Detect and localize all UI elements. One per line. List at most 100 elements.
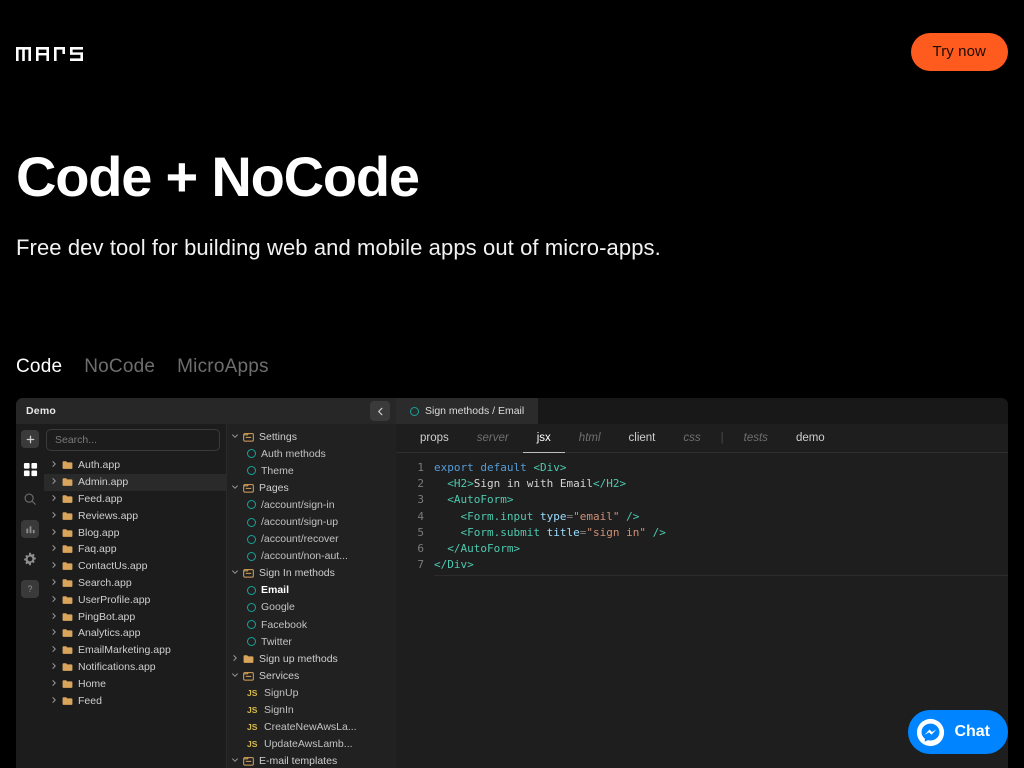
subtab-jsx[interactable]: jsx — [522, 424, 565, 453]
app-list-item[interactable]: UserProfile.app — [44, 591, 226, 608]
chevron-right-icon[interactable] — [50, 645, 57, 655]
folder-icon — [62, 461, 73, 470]
chevron-right-icon[interactable] — [50, 628, 57, 638]
folder-icon — [62, 545, 73, 554]
subtab-tests[interactable]: tests — [730, 424, 782, 453]
app-list-item[interactable]: Feed.app — [44, 491, 226, 508]
app-list-item[interactable]: Search.app — [44, 575, 226, 592]
code-line: 3 <AutoForm> — [396, 492, 1008, 508]
subtab-client[interactable]: client — [615, 424, 670, 453]
app-list-item[interactable]: PingBot.app — [44, 608, 226, 625]
help-icon[interactable]: ? — [21, 580, 39, 598]
folder-icon — [62, 494, 73, 504]
app-list-item[interactable]: Auth.app — [44, 457, 226, 474]
tab-nocode[interactable]: NoCode — [84, 356, 155, 378]
chevron-right-icon[interactable] — [50, 696, 57, 706]
chevron-right-icon[interactable] — [231, 654, 238, 664]
app-list-item[interactable]: Analytics.app — [44, 625, 226, 642]
chevron-right-icon[interactable] — [50, 511, 57, 521]
chevron-right-icon[interactable] — [50, 595, 57, 605]
code-separator — [434, 575, 1008, 577]
app-list-item[interactable]: Reviews.app — [44, 507, 226, 524]
tree-row[interactable]: Twitter — [227, 633, 396, 650]
tab-microapps[interactable]: MicroApps — [177, 356, 269, 378]
line-number: 4 — [417, 509, 424, 523]
tree-row[interactable]: /account/sign-up — [227, 513, 396, 530]
app-list-item[interactable]: Feed — [44, 692, 226, 709]
tree-row[interactable]: Settings — [227, 428, 396, 445]
tree-row[interactable]: JS SignUp — [227, 684, 396, 701]
chart-icon[interactable] — [21, 520, 39, 538]
subtab-server[interactable]: server — [463, 424, 523, 453]
chevron-down-icon[interactable] — [231, 671, 238, 681]
app-list-item[interactable]: ContactUs.app — [44, 558, 226, 575]
chevron-right-icon[interactable] — [50, 612, 57, 622]
line-number: 1 — [417, 460, 424, 474]
subtab-html[interactable]: html — [565, 424, 615, 453]
app-list-item[interactable]: Home — [44, 675, 226, 692]
circle-icon — [247, 551, 256, 561]
tree-row[interactable]: /account/non-aut... — [227, 548, 396, 565]
app-list-item[interactable]: Blog.app — [44, 524, 226, 541]
chevron-down-icon[interactable] — [231, 432, 238, 442]
tree-row[interactable]: Facebook — [227, 616, 396, 633]
tree-row[interactable]: Email — [227, 582, 396, 599]
messenger-chat-button[interactable]: Chat — [908, 710, 1008, 754]
tree-row[interactable]: Auth methods — [227, 445, 396, 462]
app-list-item[interactable]: Admin.app — [44, 473, 226, 491]
tree-row[interactable]: Google — [227, 599, 396, 616]
chevron-right-icon[interactable] — [50, 494, 57, 504]
tree-row-label: Pages — [259, 481, 289, 494]
chevron-down-icon[interactable] — [231, 568, 238, 578]
chevron-right-icon[interactable] — [50, 561, 57, 571]
chevron-right-icon[interactable] — [50, 544, 57, 554]
tree-row[interactable]: Pages — [227, 479, 396, 496]
tree-row[interactable]: JS CreateNewAwsLa... — [227, 719, 396, 736]
folder-icon — [62, 645, 73, 655]
circle-icon — [247, 466, 256, 476]
tree-row[interactable]: JS SignIn — [227, 702, 396, 719]
tree-row[interactable]: Theme — [227, 462, 396, 479]
chevron-right-icon[interactable] — [50, 477, 57, 487]
chevron-right-icon[interactable] — [50, 578, 57, 588]
app-list-item[interactable]: Faq.app — [44, 541, 226, 558]
hero-section: Code + NoCode Free dev tool for building… — [16, 147, 676, 267]
tree-row[interactable]: E-mail templates — [227, 753, 396, 768]
folder-open-icon — [243, 432, 254, 442]
chevron-right-icon[interactable] — [50, 528, 57, 538]
subtab-css[interactable]: css — [669, 424, 714, 453]
chevron-right-icon[interactable] — [50, 460, 57, 470]
folder-icon — [62, 628, 73, 638]
tree-row[interactable]: Sign up methods — [227, 650, 396, 667]
plus-icon[interactable] — [21, 430, 39, 448]
subtab-props[interactable]: props — [406, 424, 463, 453]
app-list-item[interactable]: Notifications.app — [44, 659, 226, 676]
chevron-right-icon — [52, 495, 56, 501]
chevron-down-icon — [232, 758, 238, 763]
collapse-panel-button[interactable] — [370, 401, 390, 421]
subtab-demo[interactable]: demo — [782, 424, 839, 453]
mars-logo[interactable]: MARS — [16, 41, 90, 63]
tree-row[interactable]: Services — [227, 667, 396, 684]
chevron-right-icon[interactable] — [50, 679, 57, 689]
folder-icon — [243, 654, 254, 664]
chevron-right-icon[interactable] — [50, 662, 57, 672]
chevron-right-icon — [52, 696, 56, 703]
chevron-down-icon[interactable] — [231, 756, 238, 766]
circle-icon — [247, 637, 256, 647]
search-input[interactable] — [46, 429, 220, 451]
tree-row[interactable]: /account/recover — [227, 531, 396, 548]
tree-row[interactable]: Sign In methods — [227, 565, 396, 582]
tree-row-label: Auth methods — [261, 447, 326, 460]
search-icon[interactable] — [21, 490, 39, 508]
try-now-button[interactable]: Try now — [910, 33, 1008, 71]
grid-icon[interactable] — [21, 460, 39, 478]
gear-icon[interactable] — [21, 550, 39, 568]
tree-row[interactable]: JS UpdateAwsLamb... — [227, 736, 396, 753]
code-line: 7 </Div> — [396, 557, 1008, 573]
tab-code[interactable]: Code — [16, 356, 62, 378]
chevron-down-icon[interactable] — [231, 483, 238, 493]
editor-tab-sign-methods-email[interactable]: Sign methods / Email — [396, 398, 539, 424]
tree-row[interactable]: /account/sign-in — [227, 496, 396, 513]
app-list-item[interactable]: EmailMarketing.app — [44, 642, 226, 659]
